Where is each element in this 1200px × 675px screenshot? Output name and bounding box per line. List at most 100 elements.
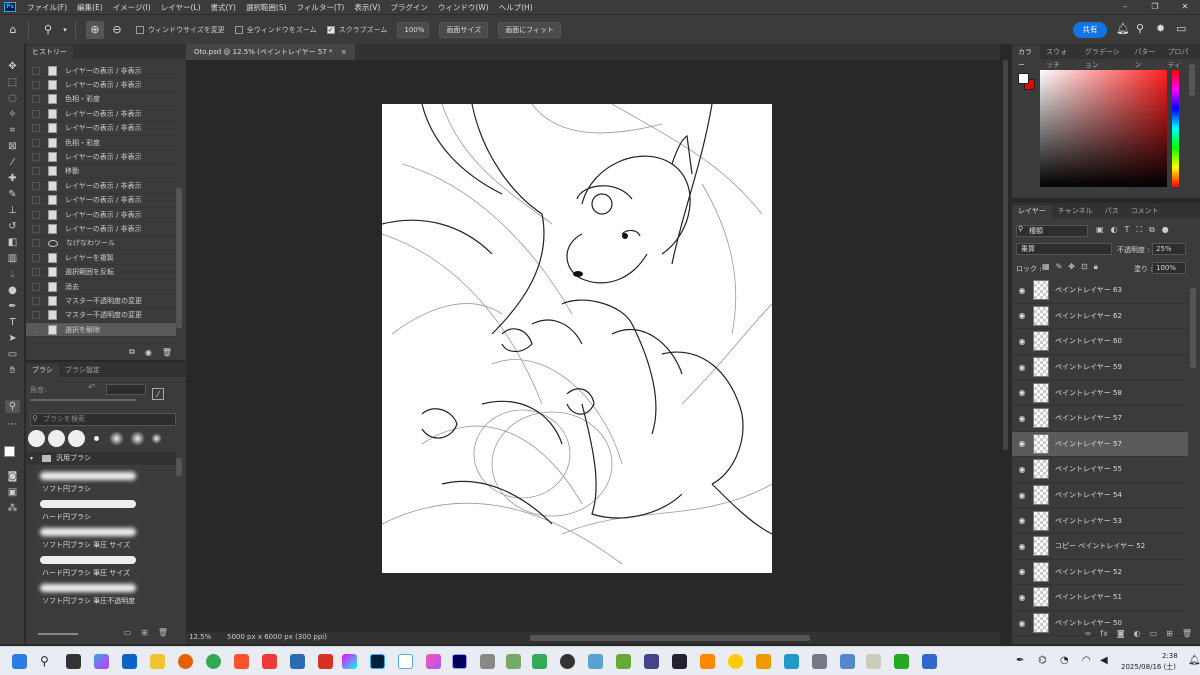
app-icon[interactable] <box>588 654 603 669</box>
notification-bell-icon[interactable]: 🔔︎ <box>1188 655 1200 666</box>
history-item[interactable]: レイヤーの表示 / 非表示 <box>26 194 176 208</box>
opacity-input[interactable]: 25% <box>1152 243 1186 255</box>
layers-scrollbar[interactable] <box>1190 288 1196 368</box>
snapshot-source-box[interactable] <box>32 239 40 248</box>
menu-select[interactable]: 選択範囲(S) <box>241 2 292 13</box>
link-icon[interactable]: ∞ <box>1085 629 1092 643</box>
type-filter-icon[interactable]: T <box>1125 225 1130 237</box>
snapshot-source-box[interactable] <box>32 124 40 133</box>
trash-icon[interactable]: 🗑︎ <box>162 348 172 357</box>
brush-search-input[interactable]: ブラシを検索 <box>30 413 176 426</box>
magic-wand-tool-icon[interactable]: ✧ <box>5 108 20 121</box>
snapshot-source-box[interactable] <box>32 282 40 291</box>
tab-swatches[interactable]: スウォッチ <box>1040 46 1079 69</box>
lock-transparency-icon[interactable]: ▦ <box>1042 262 1050 272</box>
layer-row[interactable]: ◉ ペイントレイヤー 51 <box>1012 585 1188 611</box>
layer-row[interactable]: ◉ ペイントレイヤー 59 <box>1012 355 1188 381</box>
app-icon[interactable] <box>894 654 909 669</box>
layer-row[interactable]: ◉ ペイントレイヤー 55 <box>1012 457 1188 483</box>
color-scrollbar[interactable] <box>1189 64 1195 96</box>
brave-icon[interactable] <box>234 654 249 669</box>
canvas-vertical-scrollbar[interactable] <box>1003 60 1008 450</box>
filter-toggle-icon[interactable]: ● <box>1162 225 1169 237</box>
history-item[interactable]: レイヤーの表示 / 非表示 <box>26 64 176 79</box>
history-item[interactable]: レイヤーの表示 / 非表示 <box>26 122 176 136</box>
photoshop-icon[interactable] <box>370 654 385 669</box>
zoom-tool-icon[interactable]: ⚲ <box>5 400 20 413</box>
eye-icon[interactable]: ◉ <box>1016 311 1028 320</box>
new-layer-icon[interactable]: ⊞ <box>1166 629 1173 643</box>
new-document-from-state-icon[interactable]: ⧉ <box>129 347 135 357</box>
copilot-icon[interactable] <box>94 654 109 669</box>
app-icon[interactable] <box>866 654 881 669</box>
app-icon[interactable] <box>532 654 547 669</box>
brush-item[interactable]: ソフト円ブラシ 筆圧不透明度 <box>38 580 158 608</box>
fresco-icon[interactable] <box>452 654 467 669</box>
path-selection-tool-icon[interactable]: ➤ <box>5 332 20 345</box>
angle-input[interactable] <box>106 384 146 395</box>
history-item[interactable]: 選択範囲を反転 <box>26 265 176 280</box>
vlc-icon[interactable] <box>700 654 715 669</box>
brush-preset-soft-3[interactable] <box>151 433 162 444</box>
fx-icon[interactable]: fx <box>1100 629 1108 643</box>
generative-icon[interactable]: ⁂ <box>5 502 20 515</box>
lasso-tool-icon[interactable]: ◌ <box>5 92 20 105</box>
reset-angle-icon[interactable]: ↶ <box>88 383 96 393</box>
mega-icon[interactable] <box>318 654 333 669</box>
snapshot-source-box[interactable] <box>32 253 40 262</box>
type-tool-icon[interactable]: T <box>5 316 20 329</box>
eraser-tool-icon[interactable]: ◧ <box>5 236 20 249</box>
layer-thumbnail[interactable] <box>1033 510 1049 531</box>
history-item[interactable]: 色相・彩度 <box>26 136 176 151</box>
eye-icon[interactable]: ◉ <box>1016 593 1028 602</box>
brush-preset-small[interactable] <box>94 436 99 441</box>
snapshot-source-box[interactable] <box>32 268 40 277</box>
app-icon[interactable] <box>506 654 521 669</box>
rectangle-tool-icon[interactable]: ▭ <box>5 348 20 361</box>
layer-thumbnail[interactable] <box>1033 408 1049 429</box>
file-explorer-icon[interactable] <box>150 654 165 669</box>
layer-row[interactable]: ◉ ペイントレイヤー 52 <box>1012 560 1188 586</box>
eye-icon[interactable]: ◉ <box>1016 567 1028 576</box>
layer-thumbnail[interactable] <box>1033 280 1049 301</box>
pen-icon[interactable]: ✒ <box>1016 655 1024 666</box>
canvas-horizontal-scrollbar[interactable] <box>530 635 810 641</box>
image-filter-icon[interactable]: ▣ <box>1096 225 1104 237</box>
canvas-area[interactable] <box>186 60 1000 632</box>
snapshot-source-box[interactable] <box>32 181 40 190</box>
eye-icon[interactable]: ◉ <box>1016 516 1028 525</box>
document-canvas[interactable] <box>382 104 772 573</box>
minimize-button[interactable]: – <box>1110 0 1140 14</box>
snapshot-source-box[interactable] <box>32 196 40 205</box>
brush-item[interactable]: ソフト円ブラシ <box>38 468 158 496</box>
brush-tool-icon[interactable]: ✎ <box>5 188 20 201</box>
lock-pixels-icon[interactable]: ✎ <box>1056 262 1063 272</box>
menu-file[interactable]: ファイル(F) <box>22 2 72 13</box>
color-picker-field[interactable] <box>1040 70 1167 187</box>
tab-paths[interactable]: パス <box>1099 205 1125 218</box>
history-item[interactable]: マスター不透明度の変更 <box>26 309 176 324</box>
layer-row[interactable]: ◉ ペイントレイヤー 57 <box>1012 431 1188 458</box>
share-button[interactable]: 共有 <box>1073 22 1107 38</box>
folder-icon[interactable]: ▭ <box>124 628 132 642</box>
snapshot-source-box[interactable] <box>32 210 40 219</box>
app-icon[interactable] <box>728 654 743 669</box>
zoom-in-icon[interactable]: ⊕ <box>86 20 104 39</box>
tab-gradients[interactable]: グラデーション <box>1079 46 1128 69</box>
layer-row[interactable]: ◉ ペイントレイヤー 53 <box>1012 508 1188 534</box>
marquee-tool-icon[interactable]: ⬚ <box>5 76 20 89</box>
history-item[interactable]: 消去 <box>26 280 176 295</box>
crop-tool-icon[interactable]: ⌗ <box>5 124 20 137</box>
snapshot-source-box[interactable] <box>32 296 40 305</box>
notepad-icon[interactable] <box>290 654 305 669</box>
history-item[interactable]: マスター不透明度の変更 <box>26 294 176 309</box>
tab-brush-settings[interactable]: ブラシ設定 <box>59 364 106 377</box>
frame-tool-icon[interactable]: ⊠ <box>5 140 20 153</box>
maximize-button[interactable]: ❐ <box>1140 0 1170 14</box>
menu-filter[interactable]: フィルター(T) <box>292 2 350 13</box>
app-icon[interactable] <box>342 654 357 669</box>
angle-slider[interactable] <box>30 399 136 401</box>
menu-image[interactable]: イメージ(I) <box>108 2 156 13</box>
brush-preset-soft-1[interactable] <box>109 431 124 446</box>
app-icon[interactable] <box>616 654 631 669</box>
